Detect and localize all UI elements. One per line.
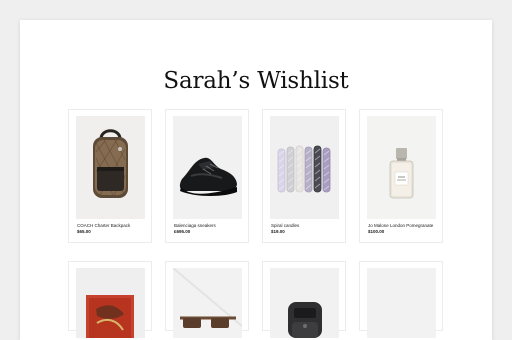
candles-image[interactable]: [270, 116, 339, 219]
sunglasses-image[interactable]: [173, 268, 242, 338]
product-card-candles[interactable]: Spiral candles $19.00: [262, 109, 346, 243]
product-price: £695.00: [174, 229, 191, 234]
product-card-scarf[interactable]: [68, 261, 152, 338]
product-price: $19.00: [271, 229, 285, 234]
page-title: Sarah’s Wishlist: [163, 68, 349, 94]
scarf-image[interactable]: [76, 268, 145, 338]
product-card-sunglasses[interactable]: [165, 261, 249, 338]
product-card-air-fryer[interactable]: [262, 261, 346, 338]
product-price: $65.00: [77, 229, 91, 234]
blank-product-image[interactable]: [367, 268, 436, 338]
air-fryer-image[interactable]: [270, 268, 339, 338]
wishlist-page: Sarah’s Wishlist COACH Charter Backpack …: [20, 20, 492, 340]
product-card-perfume[interactable]: Jo Malone London Pomegranate $100.00: [359, 109, 443, 243]
sneaker-image[interactable]: [173, 116, 242, 219]
perfume-bottle-image[interactable]: [367, 116, 436, 219]
product-price: $100.00: [368, 229, 385, 234]
product-card-backpack[interactable]: COACH Charter Backpack $65.00: [68, 109, 152, 243]
backpack-image[interactable]: [76, 116, 145, 219]
product-card-sneakers[interactable]: Balenciaga sneakers £695.00: [165, 109, 249, 243]
product-card-blank[interactable]: [359, 261, 443, 338]
